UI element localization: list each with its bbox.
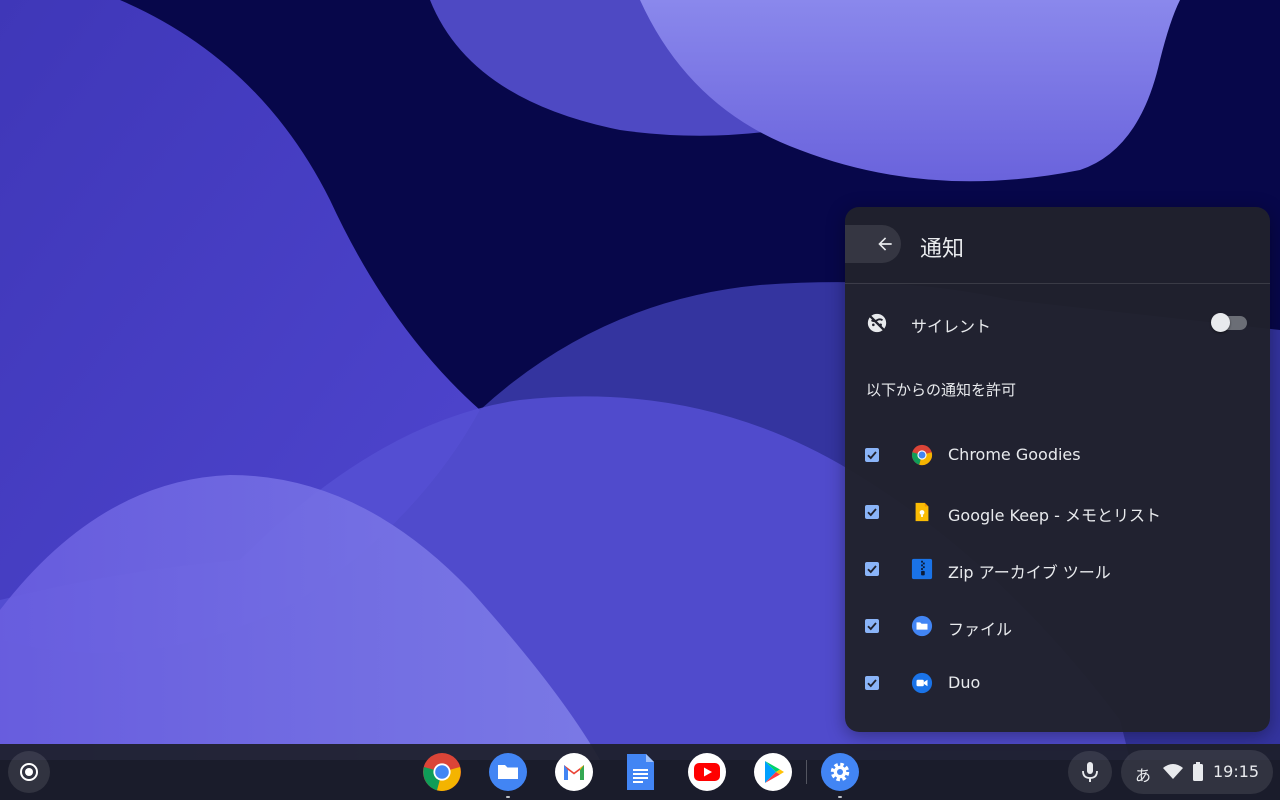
youtube-icon <box>686 751 728 793</box>
app-row-duo[interactable]: Duo <box>845 660 1270 706</box>
shelf-app-youtube[interactable] <box>686 751 728 793</box>
wifi-icon <box>1163 764 1183 780</box>
duo-icon <box>911 672 933 694</box>
app-checkbox[interactable] <box>865 619 879 633</box>
voice-input-button[interactable] <box>1068 751 1112 793</box>
battery-icon <box>1192 762 1204 782</box>
shelf-app-settings[interactable] <box>819 751 861 793</box>
app-checkbox[interactable] <box>865 505 879 519</box>
keep-icon <box>911 501 933 523</box>
chrome-icon <box>911 444 933 466</box>
launcher-button[interactable] <box>8 751 50 793</box>
running-indicator <box>838 796 842 798</box>
app-checkbox[interactable] <box>865 562 879 576</box>
ime-indicator: あ <box>1135 762 1151 786</box>
shelf-app-files[interactable] <box>487 751 529 793</box>
play-store-icon <box>752 751 794 793</box>
files-icon <box>911 615 933 637</box>
app-row-zip-archiver[interactable]: Zip アーカイブ ツール <box>845 546 1270 592</box>
app-label: Duo <box>948 673 980 692</box>
files-icon <box>487 751 529 793</box>
app-row-chrome-goodies[interactable]: Chrome Goodies <box>845 432 1270 478</box>
shelf-app-gmail[interactable] <box>553 751 595 793</box>
running-indicator <box>506 796 510 798</box>
notification-settings-panel: 通知 サイレント 以下からの通知を許可 <box>845 207 1270 732</box>
chrome-icon <box>421 751 463 793</box>
app-row-files[interactable]: ファイル <box>845 603 1270 649</box>
panel-header: 通知 <box>845 207 1270 284</box>
arrow-back-icon <box>875 234 895 254</box>
allow-notifications-header: 以下からの通知を許可 <box>866 379 1016 400</box>
desktop: 通知 サイレント 以下からの通知を許可 <box>0 0 1280 800</box>
back-button[interactable] <box>845 225 901 263</box>
launcher-dot <box>25 768 33 776</box>
app-label: Zip アーカイブ ツール <box>948 559 1111 583</box>
do-not-disturb-label: サイレント <box>911 313 991 337</box>
app-checkbox[interactable] <box>865 448 879 462</box>
docs-icon <box>619 751 661 793</box>
panel-title: 通知 <box>920 231 964 263</box>
app-label: Google Keep - メモとリスト <box>948 502 1161 526</box>
shelf-app-play-store[interactable] <box>752 751 794 793</box>
settings-icon <box>819 751 861 793</box>
app-label: Chrome Goodies <box>948 445 1081 464</box>
shelf-app-chrome[interactable] <box>421 751 463 793</box>
shelf: あ 19:15 <box>0 744 1280 800</box>
do-not-disturb-row[interactable]: サイレント <box>845 300 1270 346</box>
clock: 19:15 <box>1213 762 1259 781</box>
app-row-google-keep[interactable]: Google Keep - メモとリスト <box>845 489 1270 535</box>
zip-icon <box>911 558 933 580</box>
app-label: ファイル <box>948 616 1012 640</box>
shelf-divider <box>806 760 807 784</box>
microphone-icon <box>1068 751 1112 793</box>
status-area[interactable]: あ 19:15 <box>1121 750 1273 794</box>
toggle-thumb <box>1211 313 1230 332</box>
shelf-app-docs[interactable] <box>619 751 661 793</box>
app-checkbox[interactable] <box>865 676 879 690</box>
gmail-icon <box>553 751 595 793</box>
do-not-disturb-toggle[interactable] <box>1211 315 1247 331</box>
do-not-disturb-icon <box>866 312 888 334</box>
